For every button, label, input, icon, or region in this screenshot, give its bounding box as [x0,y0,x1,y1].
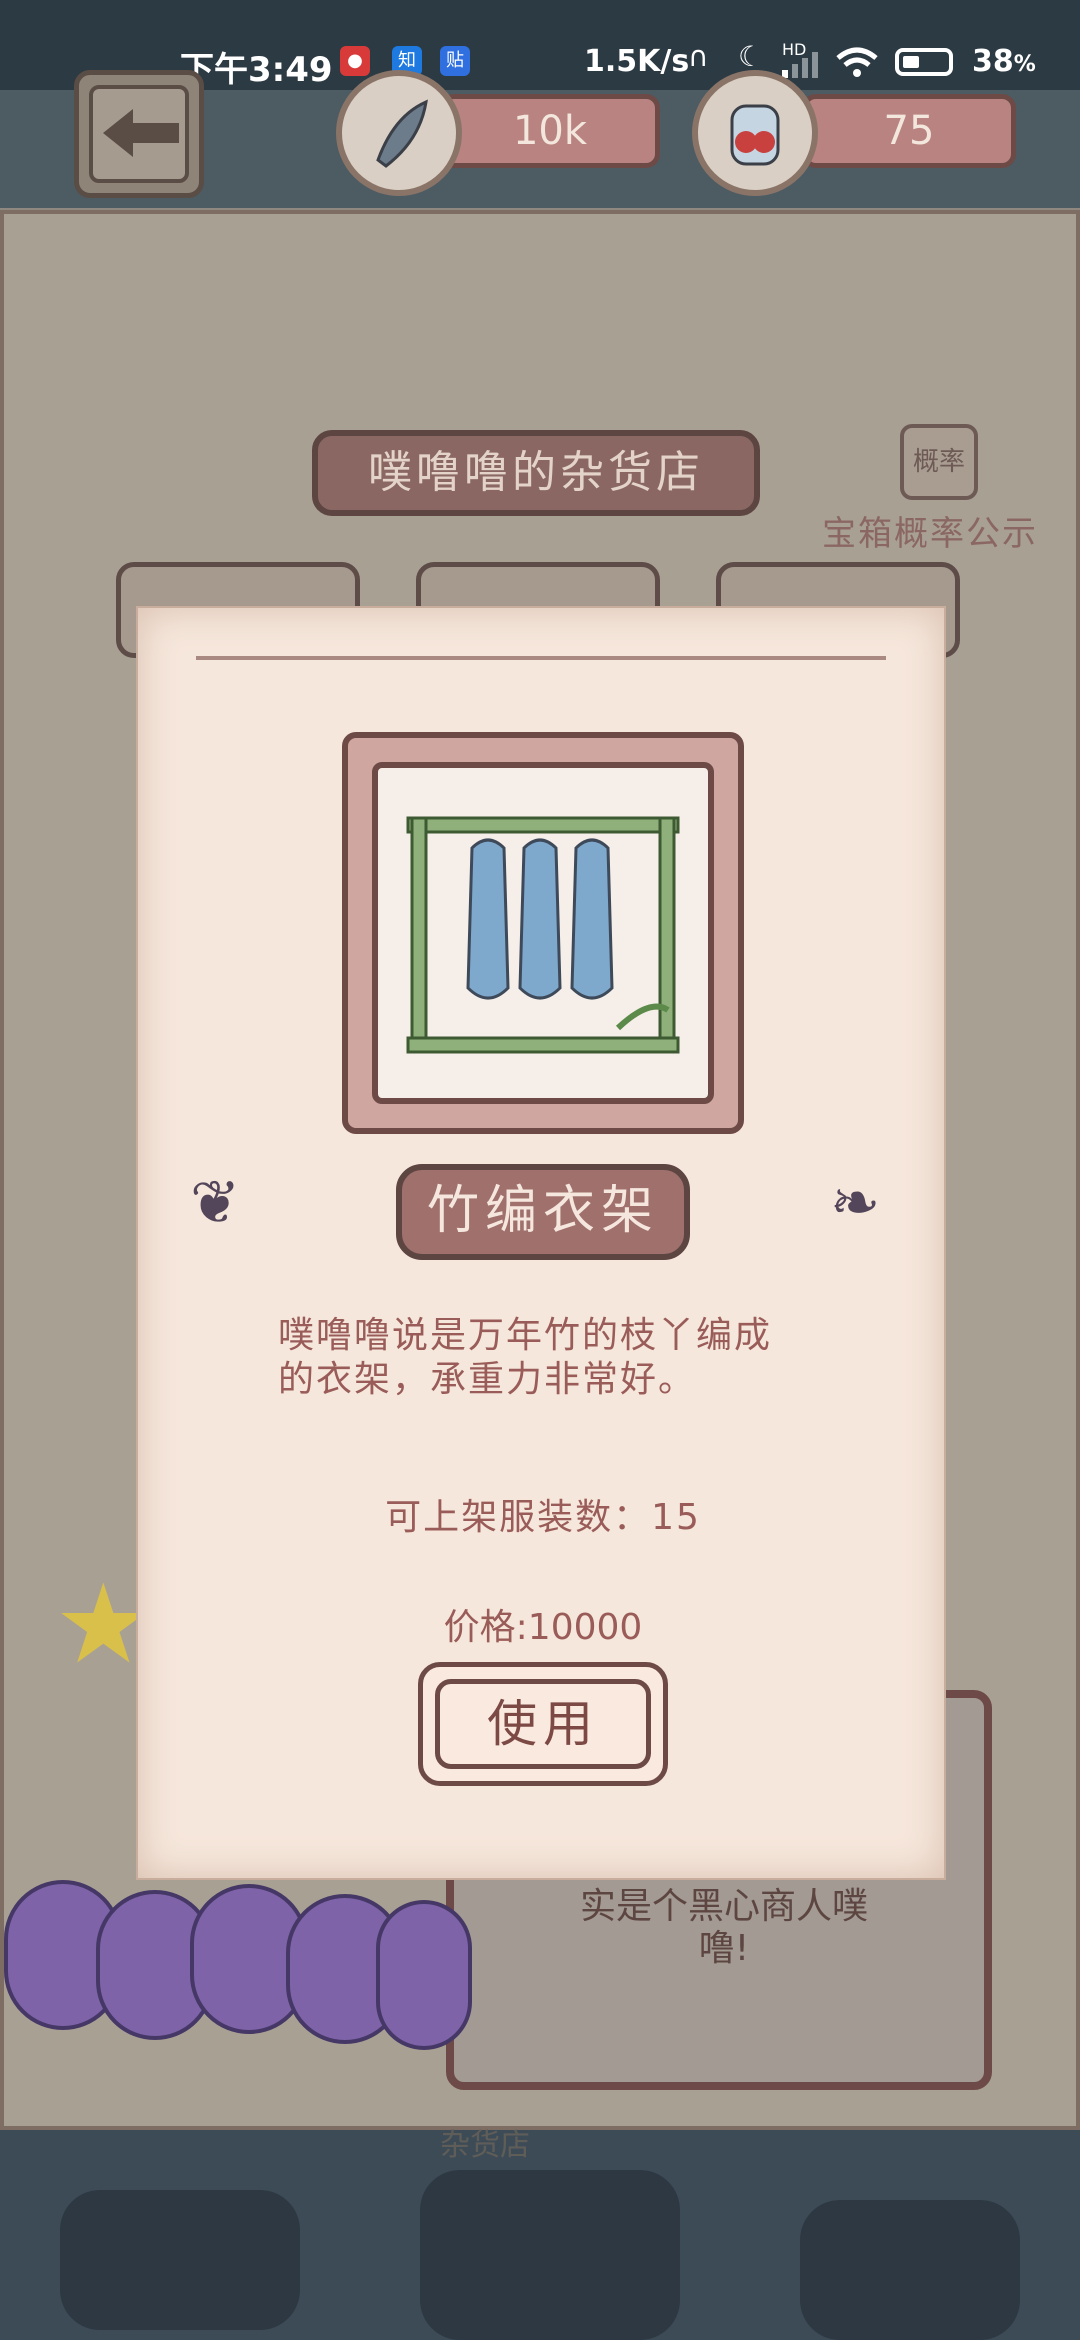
netease-music-icon: ● [340,46,370,76]
item-capacity: 可上架服装数：15 [385,1497,701,1538]
use-button[interactable]: 使用 [418,1662,668,1786]
item-detail-modal: ❦ 竹编衣架 ❧ 噗噜噜说是万年竹的枝丫编成的衣架，承重力非常好。 可上架服装数… [136,606,946,1880]
probability-button[interactable]: 概率 [900,424,978,500]
headset-icon: ∩ [688,40,709,73]
item-image-frame [342,732,744,1134]
banner-curl-right-icon: ❧ [830,1168,881,1238]
feather-amount: 10k [440,94,660,168]
shop-title: 噗噜噜的杂货店 [312,430,760,516]
shop-sign: 杂货店 [440,2128,530,2163]
battery-icon [895,48,953,76]
berry-jar-icon [692,70,818,196]
wifi-icon [836,47,878,77]
ornament-divider [196,656,886,660]
back-button[interactable] [74,70,204,198]
tieba-icon: 贴 [440,46,470,76]
bamboo-hanger-icon [406,816,680,1054]
jar-amount: 75 [802,94,1016,168]
item-description: 噗噜噜说是万年竹的枝丫编成的衣架，承重力非常好。 [278,1315,773,1400]
npc-character [0,1880,480,2140]
banner-curl-left-icon: ❦ [190,1168,241,1238]
network-speed: 1.5K/s [584,44,690,79]
ground-roots [0,2130,1080,2340]
back-arrow-icon [103,109,179,157]
item-price: 价格:10000 [443,1607,643,1648]
probability-label[interactable]: 宝箱概率公示 [822,506,1038,555]
dialog-line: 实是个黑心商人噗 [579,1886,868,1927]
battery-percent: 38% [972,44,1036,79]
feather-icon [336,70,462,196]
dialog-line: 噜! [698,1928,750,1969]
moon-icon: ☾ [738,40,764,73]
item-name: 竹编衣架 [396,1164,690,1260]
